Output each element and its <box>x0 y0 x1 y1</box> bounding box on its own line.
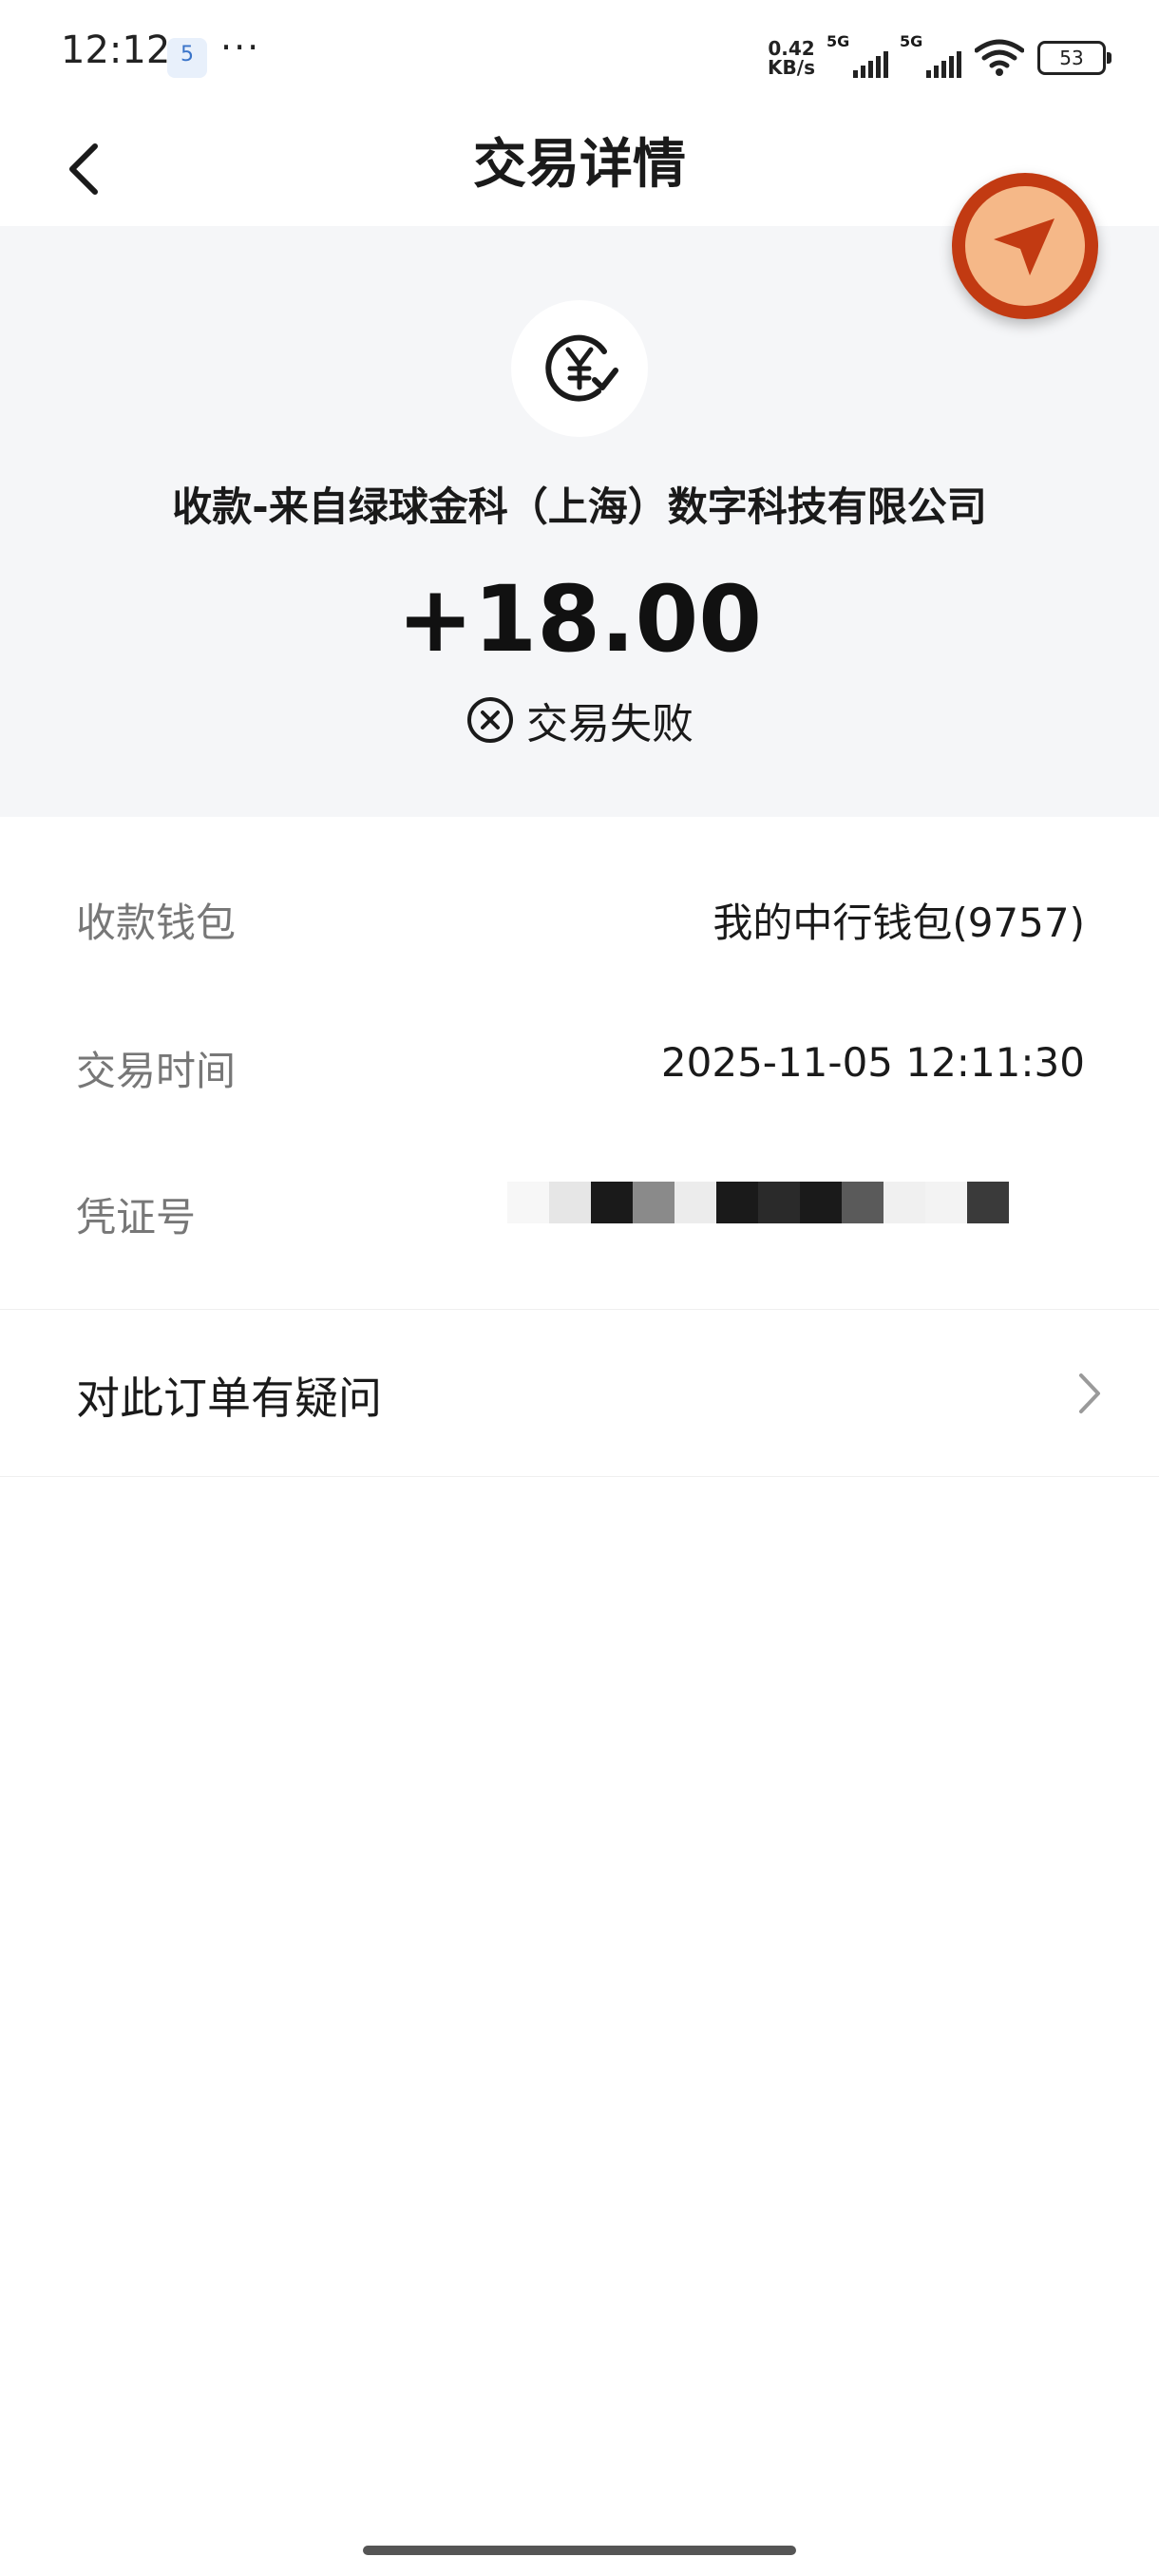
chevron-right-icon <box>1079 1373 1100 1413</box>
fab-inner <box>965 186 1085 306</box>
home-indicator[interactable] <box>363 2546 796 2555</box>
order-question-row[interactable]: 对此订单有疑问 <box>0 1311 1159 1476</box>
transaction-status: 交易失败 <box>0 690 1159 750</box>
wallet-value: 我的中行钱包(9757) <box>712 900 1085 946</box>
voucher-label: 凭证号 <box>76 1194 197 1241</box>
battery-icon: 53 <box>1037 41 1112 75</box>
signal-icon: 5G <box>826 32 888 78</box>
status-bar: 12:12 5 ··· 0.42 KB/s 5G 5G 53 <box>0 0 1159 104</box>
more-notifications-icon: ··· <box>220 27 261 68</box>
net-speed-unit: KB/s <box>768 56 815 79</box>
transaction-summary: 收款-来自绿球金科（上海）数字科技有限公司 +18.00 交易失败 <box>0 226 1159 817</box>
wifi-icon <box>975 39 1024 76</box>
signal-icon: 5G <box>900 32 961 78</box>
status-text: 交易失败 <box>526 700 694 748</box>
yuan-check-icon <box>511 300 648 437</box>
merchant-name: 收款-来自绿球金科（上海）数字科技有限公司 <box>172 483 987 530</box>
signal-label: 5G <box>900 32 923 50</box>
divider <box>0 1476 1159 1477</box>
net-speed: 0.42 KB/s <box>768 39 815 77</box>
status-indicators: 0.42 KB/s 5G 5G 53 <box>768 32 1112 82</box>
transaction-amount: +18.00 <box>396 566 763 672</box>
time-label: 交易时间 <box>76 1048 237 1094</box>
detail-row-wallet: 收款钱包 我的中行钱包(9757) <box>0 845 1159 988</box>
detail-row-time: 交易时间 2025-11-05 12:11:30 <box>0 994 1159 1136</box>
divider <box>0 1309 1159 1310</box>
net-speed-value: 0.42 <box>768 37 815 60</box>
wallet-label: 收款钱包 <box>76 900 237 946</box>
circle-x-icon <box>467 697 513 743</box>
voucher-number-masked <box>507 1182 1009 1223</box>
signal-label: 5G <box>826 32 850 50</box>
app-notification-icon: 5 <box>167 38 207 78</box>
order-question-label: 对此订单有疑问 <box>76 1373 382 1424</box>
floating-navigation-button[interactable] <box>952 173 1098 319</box>
navigation-arrow-icon <box>994 218 1054 275</box>
status-time: 12:12 <box>61 28 171 72</box>
time-value: 2025-11-05 12:11:30 <box>660 1039 1085 1086</box>
